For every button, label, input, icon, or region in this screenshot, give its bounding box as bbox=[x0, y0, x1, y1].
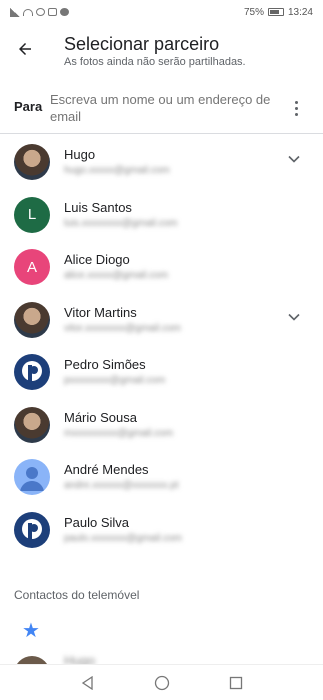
image-icon bbox=[48, 8, 57, 16]
status-icons bbox=[10, 7, 69, 17]
wifi-icon bbox=[23, 8, 33, 16]
more-options-button[interactable] bbox=[288, 98, 304, 120]
battery-icon bbox=[267, 8, 284, 16]
avatar bbox=[14, 511, 50, 548]
avatar bbox=[14, 459, 50, 495]
clock: 13:24 bbox=[287, 6, 313, 18]
arrow-left-icon bbox=[19, 43, 31, 55]
contact-email: andre.xxxxxx@xxxxxxx.pt bbox=[64, 480, 179, 491]
chevron-down-icon[interactable] bbox=[287, 152, 301, 166]
battery-percent: 75% bbox=[243, 6, 264, 18]
contact-row[interactable]: Hugo hugo.xxxxx@gmail.com bbox=[0, 136, 323, 188]
contact-row[interactable]: L Luis Santos luis.xxxxxxxx@gmail.com bbox=[0, 189, 323, 241]
circle-home-icon bbox=[154, 675, 169, 690]
contact-row[interactable]: Vitor Martins vitor.xxxxxxxx@gmail.com bbox=[0, 294, 323, 346]
messenger-icon bbox=[60, 8, 69, 16]
avatar bbox=[14, 354, 50, 390]
signal-icon bbox=[10, 7, 20, 17]
status-bar: 75% 13:24 bbox=[0, 0, 323, 24]
nav-recents-button[interactable] bbox=[226, 673, 246, 693]
logo-icon bbox=[22, 361, 42, 381]
triangle-back-icon bbox=[81, 675, 93, 690]
contact-email: pxxxxxxxx@gmail.com bbox=[64, 375, 166, 386]
person-icon bbox=[20, 467, 44, 491]
contact-email: paulo.xxxxxxx@gmail.com bbox=[64, 532, 182, 544]
section-title: Contactos do telemóvel bbox=[14, 588, 140, 602]
recipient-row: Para bbox=[0, 88, 323, 134]
contact-row[interactable]: André Mendes andre.xxxxxx@xxxxxxx.pt bbox=[0, 451, 323, 503]
nav-back-button[interactable] bbox=[78, 673, 98, 693]
contact-row[interactable]: A Alice Diogo alice.xxxxx@gmail.com bbox=[0, 241, 323, 293]
alarm-icon bbox=[36, 8, 45, 16]
square-recents-icon bbox=[229, 676, 242, 689]
page-title: Selecionar parceiro bbox=[64, 34, 220, 54]
contact-name: Pedro Simões bbox=[64, 357, 146, 372]
contact-name: Mário Sousa bbox=[64, 409, 137, 425]
contact-row[interactable]: Paulo Silva paulo.xxxxxxx@gmail.com bbox=[0, 504, 323, 556]
app-header: Selecionar parceiro As fotos ainda não s… bbox=[0, 28, 323, 76]
status-right: 75% 13:24 bbox=[244, 7, 313, 18]
system-nav-bar bbox=[0, 664, 323, 700]
logo-icon bbox=[22, 518, 42, 539]
avatar: L bbox=[14, 196, 50, 233]
contact-name: Vitor Martins bbox=[64, 304, 137, 320]
avatar bbox=[14, 144, 50, 180]
contact-name: Paulo Silva bbox=[64, 514, 130, 530]
recipient-input[interactable] bbox=[50, 91, 280, 125]
avatar bbox=[14, 301, 50, 338]
recipient-label: Para bbox=[14, 99, 43, 114]
avatar: A bbox=[14, 249, 50, 285]
chevron-down-icon[interactable] bbox=[287, 310, 301, 324]
contact-name: André Mendes bbox=[64, 462, 149, 477]
contact-name: Luis Santos bbox=[64, 199, 132, 215]
contact-email: mxxxxxxxxx@gmail.com bbox=[64, 427, 174, 439]
nav-home-button[interactable] bbox=[152, 673, 172, 693]
contact-row[interactable]: Mário Sousa mxxxxxxxxx@gmail.com bbox=[0, 399, 323, 451]
back-button[interactable] bbox=[14, 38, 36, 60]
kebab-dot bbox=[294, 113, 298, 116]
star-icon[interactable]: ★ bbox=[22, 618, 40, 643]
contact-email: luis.xxxxxxxx@gmail.com bbox=[64, 217, 178, 229]
avatar bbox=[14, 406, 50, 443]
contact-email: hugo.xxxxx@gmail.com bbox=[64, 165, 170, 176]
contact-name: Alice Diogo bbox=[64, 252, 130, 267]
contact-name: Hugo bbox=[64, 147, 96, 162]
battery-fill bbox=[269, 10, 279, 14]
contact-row[interactable]: Pedro Simões pxxxxxxxx@gmail.com bbox=[0, 346, 323, 398]
kebab-dot bbox=[294, 107, 298, 110]
contact-email: vitor.xxxxxxxx@gmail.com bbox=[64, 322, 181, 334]
page-subtitle: As fotos ainda não serão partilhadas. bbox=[64, 56, 246, 68]
more-vert-icon bbox=[294, 101, 298, 104]
contact-email: alice.xxxxx@gmail.com bbox=[64, 270, 169, 281]
